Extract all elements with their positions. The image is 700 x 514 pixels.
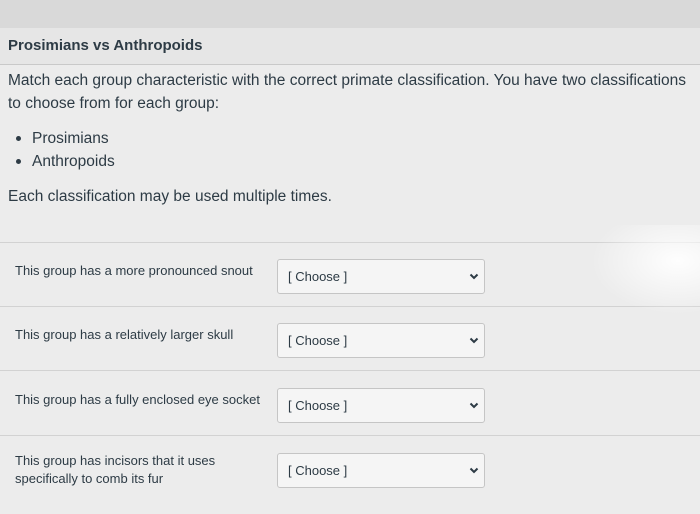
classification-select[interactable]: [ Choose ] [277,388,485,423]
chevron-down-icon [469,402,479,409]
question-card: Prosimians vs Anthropoids Match each gro… [0,28,700,514]
match-prompt: This group has a more pronounced snout [15,263,253,278]
match-row: This group has a more pronounced snout [… [0,242,700,307]
list-item: Anthropoids [16,150,115,173]
list-item: Prosimians [16,127,115,150]
match-row: This group has a relatively larger skull… [0,306,700,371]
classification-select[interactable]: [ Choose ] [277,323,485,358]
chevron-down-icon [469,273,479,280]
match-row: This group has a fully enclosed eye sock… [0,370,700,435]
match-prompt: This group has a fully enclosed eye sock… [15,392,260,407]
question-header: Prosimians vs Anthropoids [0,28,700,64]
question-title: Prosimians vs Anthropoids [8,37,203,54]
classification-select[interactable]: [ Choose ] [277,453,485,488]
select-value: [ Choose ] [288,398,348,413]
chevron-down-icon [469,467,479,474]
select-value: [ Choose ] [288,269,348,284]
top-strip [0,0,700,28]
question-instructions: Match each group characteristic with the… [8,72,687,112]
question-note: Each classification may be used multiple… [8,188,332,205]
classification-list: Prosimians Anthropoids [16,127,115,173]
header-divider [0,64,700,65]
select-value: [ Choose ] [288,463,348,478]
match-prompt: This group has incisors that it uses spe… [15,453,216,486]
select-value: [ Choose ] [288,333,348,348]
classification-select[interactable]: [ Choose ] [277,259,485,294]
chevron-down-icon [469,337,479,344]
match-row: This group has incisors that it uses spe… [0,435,700,512]
match-prompt: This group has a relatively larger skull [15,327,234,342]
